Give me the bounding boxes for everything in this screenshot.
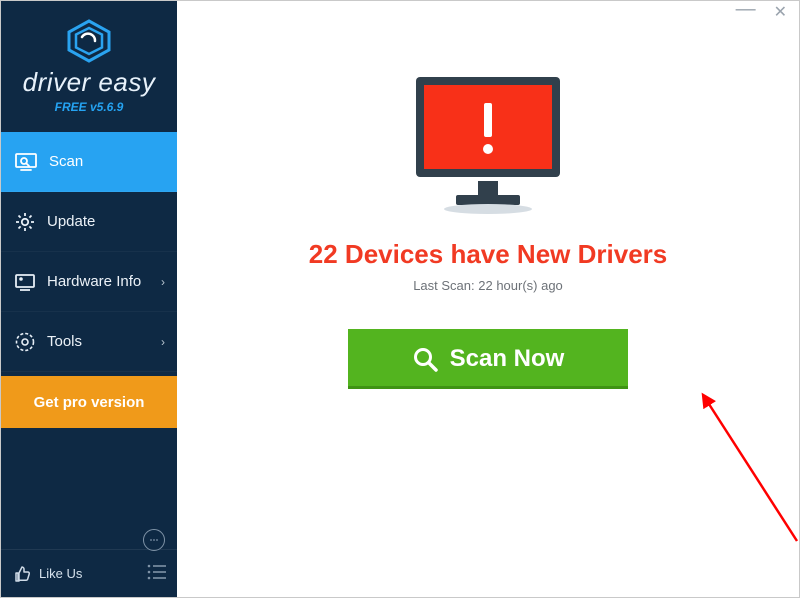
main-panel: 22 Devices have New Drivers Last Scan: 2…: [177, 1, 799, 597]
headline-text: Devices have New Drivers: [345, 239, 667, 269]
sidebar-item-label: Hardware Info: [47, 273, 141, 290]
sidebar-item-hardware-info[interactable]: Hardware Info ›: [1, 252, 177, 312]
chevron-right-icon: ›: [161, 275, 165, 289]
tools-icon: [15, 332, 35, 352]
scan-now-label: Scan Now: [450, 345, 565, 373]
sidebar: driver easy FREE v5.6.9 Scan: [1, 1, 177, 597]
sidebar-item-label: Scan: [49, 153, 83, 170]
like-us-button[interactable]: Like Us: [13, 565, 82, 583]
headline: 22 Devices have New Drivers: [309, 239, 667, 270]
logo-icon: [65, 19, 113, 63]
speech-bubble-icon: [148, 534, 160, 546]
hardware-icon: [15, 273, 35, 291]
sidebar-item-tools[interactable]: Tools ›: [1, 312, 177, 372]
sidebar-item-update[interactable]: Update: [1, 192, 177, 252]
feedback-button[interactable]: [143, 529, 165, 551]
sidebar-item-label: Tools: [47, 333, 82, 350]
alert-monitor-graphic: [408, 71, 568, 221]
like-us-label: Like Us: [39, 566, 82, 581]
magnifier-icon: [412, 346, 438, 372]
thumbs-up-icon: [13, 565, 31, 583]
window-titlebar: — ✕: [1, 1, 799, 25]
minimize-button[interactable]: —: [736, 0, 756, 19]
last-scan-text: Last Scan: 22 hour(s) ago: [413, 278, 563, 293]
annotation-arrow: [587, 371, 800, 571]
gear-icon: [15, 212, 35, 232]
scan-icon: [15, 153, 37, 171]
get-pro-button[interactable]: Get pro version: [1, 376, 177, 428]
get-pro-label: Get pro version: [34, 394, 145, 411]
list-icon: [147, 564, 167, 580]
sidebar-item-label: Update: [47, 213, 95, 230]
brand-version: FREE v5.6.9: [1, 100, 177, 114]
chevron-right-icon: ›: [161, 335, 165, 349]
monitor-alert-icon: [408, 71, 568, 216]
sidebar-menu: Scan Update: [1, 132, 177, 428]
brand-name: driver easy: [1, 67, 177, 98]
headline-count: 22: [309, 239, 338, 269]
menu-list-button[interactable]: [147, 564, 167, 585]
close-button[interactable]: ✕: [774, 5, 787, 21]
scan-now-button[interactable]: Scan Now: [348, 329, 628, 389]
sidebar-item-scan[interactable]: Scan: [1, 132, 177, 192]
